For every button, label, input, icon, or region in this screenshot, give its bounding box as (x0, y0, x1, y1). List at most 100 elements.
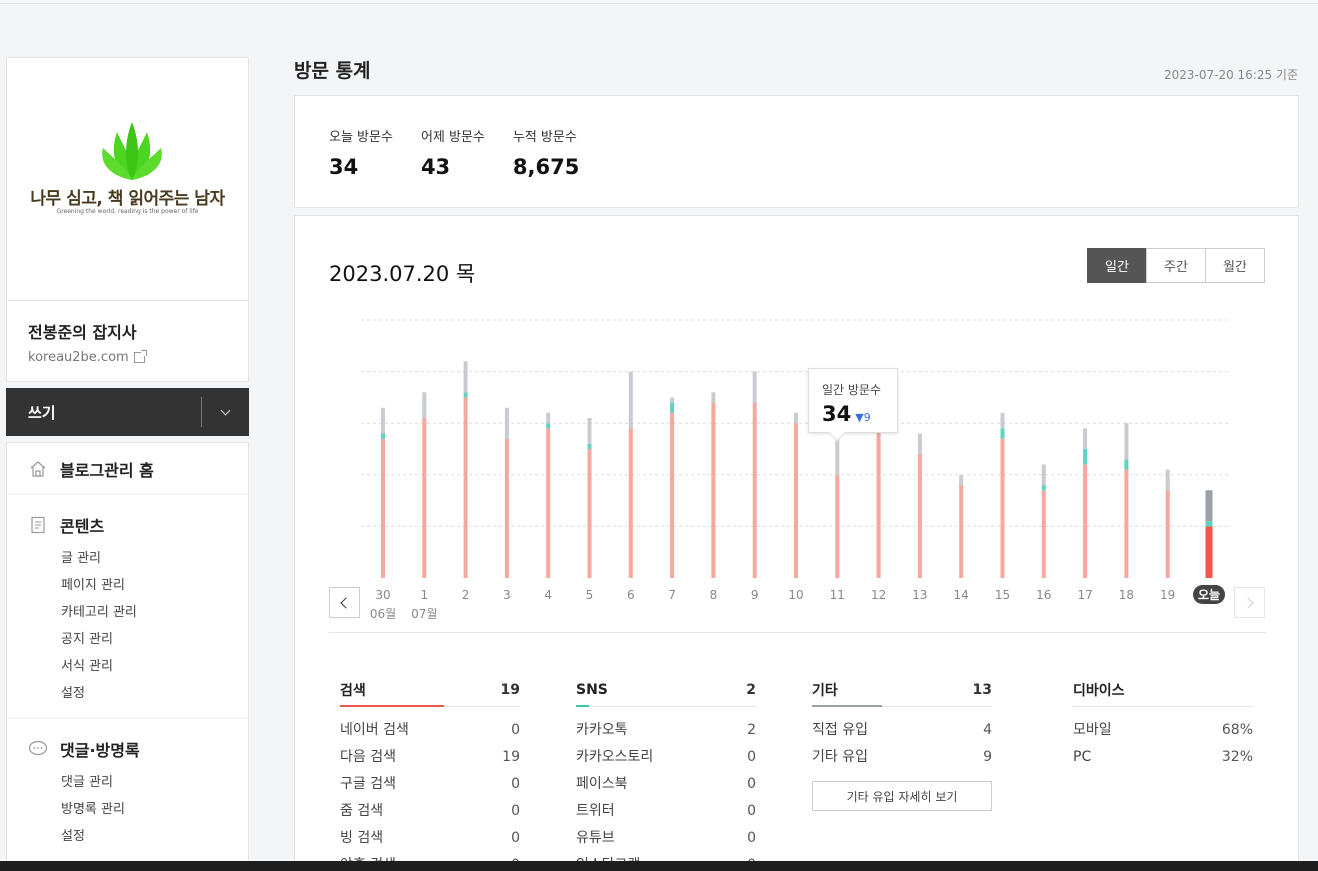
chart-tooltip: 일간 방문수 34 ▼9 (808, 368, 898, 442)
tick-label: 10 (788, 588, 803, 602)
stat-total: 누적 방문수 8,675 (513, 126, 579, 207)
speech-bubble-icon (28, 739, 48, 759)
other-total: 13 (972, 681, 992, 698)
device-title: 디바이스 (1073, 682, 1125, 699)
stat-today: 오늘 방문수 34 (329, 126, 393, 207)
bar-other (1041, 464, 1046, 486)
submenu-item[interactable]: 방명록 관리 (61, 796, 248, 823)
tick-label: 8 (710, 588, 718, 602)
comments-submenu: 댓글 관리 방명록 관리 설정 (28, 769, 248, 850)
menu-content-label[interactable]: 콘텐츠 (60, 513, 104, 537)
tick-label: 11 (830, 588, 845, 602)
daily-visits-chart: 30 1 2 3 4 5 6 7 8 9 10 11 12 13 14 15 16 17 18 19 오늘06월 07월 (361, 319, 1230, 621)
stat-label: 어제 방문수 (420, 130, 485, 145)
bar-search (711, 402, 716, 578)
chevron-left-icon (340, 596, 352, 609)
bar-search (1165, 490, 1170, 578)
blog-name[interactable]: 전봉준의 잡지사 (28, 319, 248, 343)
menu-content: 콘텐츠 글 관리 페이지 관리 카테고리 관리 공지 관리 서식 관리 설정 (7, 495, 248, 719)
bar-search (463, 397, 468, 578)
bar-other (422, 392, 427, 419)
list-item: 기타 유입 9 (812, 749, 992, 765)
home-icon (28, 459, 48, 479)
submenu-item[interactable]: 페이지 관리 (61, 572, 248, 599)
traffic-other: 기타 13 직접 유입 4 기타 유입 9 기타 유입 자세히 보기 (812, 673, 992, 811)
blog-url[interactable]: koreau2be.com (28, 350, 129, 365)
bar-search (1000, 438, 1005, 578)
menu-comments-label[interactable]: 댓글·방명록 (60, 737, 140, 761)
write-button[interactable]: 쓰기 (28, 402, 56, 423)
list-item: 유튜브 0 (576, 830, 756, 846)
tooltip-value: 34 (822, 402, 852, 426)
bar-search (794, 423, 798, 578)
traffic-sns: SNS 2 카카오톡2 카카오스토리0 페이스북0 트위터0 유튜브0 인스타그… (576, 673, 756, 871)
stat-yesterday: 어제 방문수 43 (421, 126, 485, 207)
write-bar: 쓰기 (6, 388, 249, 436)
submenu-item[interactable]: 서식 관리 (61, 653, 248, 680)
device-list: 모바일 68% PC 32% (1073, 717, 1253, 771)
updated-timestamp: 2023-07-20 16:25 기준 (1163, 68, 1298, 82)
tick-label: 4 (544, 588, 552, 602)
leaf-logo-icon (102, 122, 162, 180)
tooltip-delta: ▼9 (855, 411, 871, 424)
bar-other (917, 433, 922, 455)
menu-home[interactable]: 블로그관리 홈 (7, 443, 248, 495)
bar-other (752, 371, 757, 403)
submenu-item[interactable]: 설정 (61, 823, 248, 850)
external-link-icon[interactable] (133, 350, 147, 363)
tick-label: 2 (462, 588, 470, 602)
tick-label: 12 (871, 588, 886, 602)
submenu-item[interactable]: 설정 (61, 680, 248, 707)
blog-logo[interactable]: 나무 심고, 책 읽어주는 남자 Greening the world, rea… (6, 57, 249, 300)
bar-sns (1124, 459, 1129, 470)
submenu-item[interactable]: 카테고리 관리 (61, 599, 248, 626)
sns-underline (576, 705, 589, 707)
other-details-button[interactable]: 기타 유입 자세히 보기 (812, 781, 992, 811)
bar-other (587, 418, 592, 444)
list-item: 네이버 검색 0 (340, 722, 520, 738)
bar-search (546, 428, 551, 578)
list-item: PC 32% (1073, 749, 1253, 765)
bar-search (1205, 526, 1213, 578)
bar-search (1041, 490, 1046, 578)
daily-stats-panel: 2023.07.20 목 일간 주간 월간 30 1 2 3 4 5 6 7 8 9 10 11 12 1… (294, 215, 1299, 871)
bar-other (546, 412, 551, 424)
page-title: 방문 통계 (294, 60, 371, 82)
sns-title: SNS (576, 681, 608, 698)
bar-sns (381, 433, 385, 439)
sns-list: 카카오톡2 카카오스토리0 페이스북0 트위터0 유튜브0 인스타그램0 (576, 717, 756, 871)
menu-home-label[interactable]: 블로그관리 홈 (60, 457, 154, 481)
bar-sns (1000, 428, 1005, 439)
bar-sns (463, 392, 468, 398)
stat-value: 8,675 (512, 155, 580, 179)
submenu-item[interactable]: 공지 관리 (61, 626, 248, 653)
blog-url-link[interactable]: koreau2be.com (28, 350, 248, 365)
tick-label: 18 (1119, 588, 1134, 602)
bar-other (504, 407, 509, 439)
traffic-device: 디바이스 모바일 68% PC 32% (1073, 673, 1253, 771)
chart-next-button[interactable] (1234, 587, 1265, 618)
bar-other (463, 361, 468, 393)
tick-label: 9 (751, 588, 759, 602)
search-title: 검색 (340, 682, 366, 699)
search-underline (340, 705, 444, 707)
bar-sns (670, 402, 675, 413)
bar-other (1165, 469, 1170, 491)
search-total: 19 (500, 681, 520, 698)
bar-other (381, 407, 385, 434)
bar-search (504, 438, 509, 578)
tooltip-delta-value: 9 (863, 411, 871, 424)
bottom-bar (0, 861, 1318, 871)
bar-search (1083, 464, 1088, 578)
submenu-item[interactable]: 글 관리 (61, 545, 248, 572)
list-item: 구글 검색 0 (340, 776, 520, 792)
submenu-item[interactable]: 댓글 관리 (61, 769, 248, 796)
bar-sns (1041, 485, 1046, 491)
brand-title: 나무 심고, 책 읽어주는 남자 (30, 189, 225, 209)
chart-prev-button[interactable] (329, 587, 360, 618)
write-dropdown-button[interactable] (201, 397, 249, 427)
bar-other (711, 392, 716, 403)
chevron-right-icon (1242, 596, 1254, 609)
bar-search (752, 402, 757, 578)
blog-info: 전봉준의 잡지사 koreau2be.com (6, 300, 249, 382)
